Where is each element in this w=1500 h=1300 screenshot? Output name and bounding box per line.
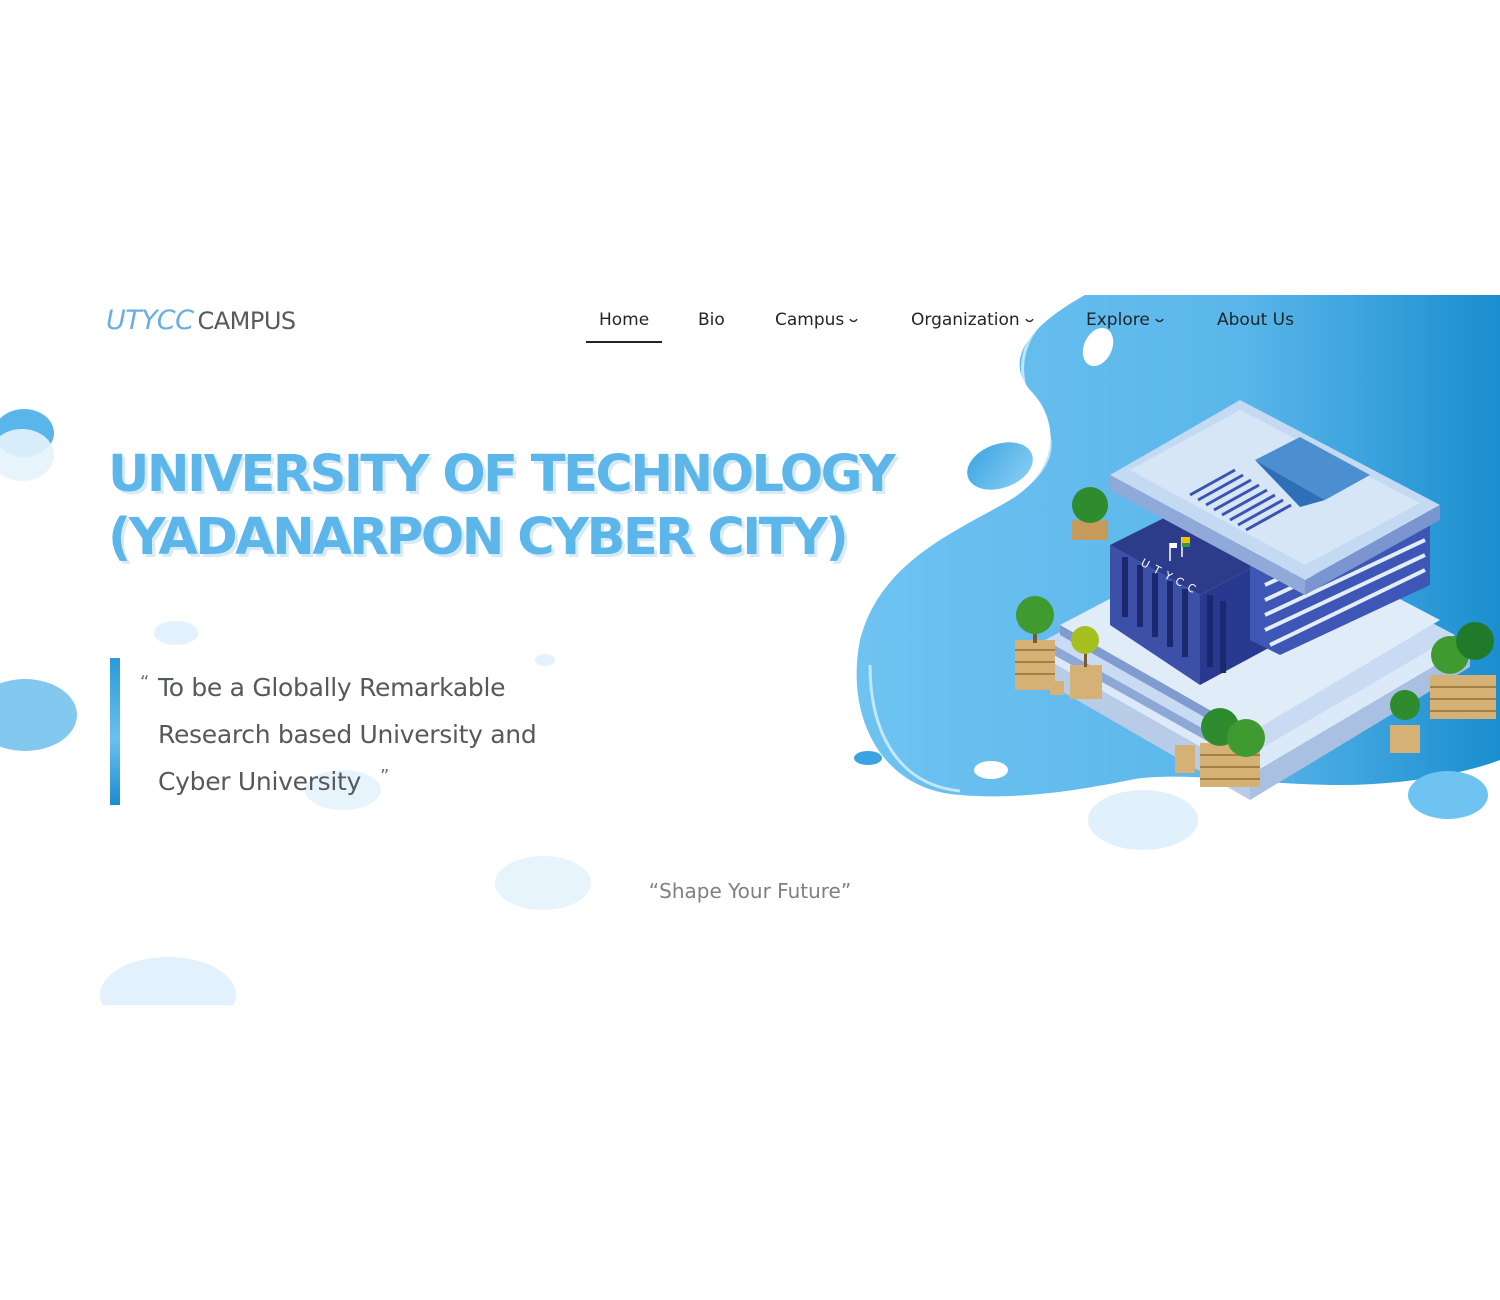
- chevron-down-icon: [1155, 318, 1164, 323]
- logo-suffix: CAMPUS: [197, 307, 296, 335]
- hero-title: UNIVERSITY OF TECHNOLOGY (YADANARPON CYB…: [108, 443, 896, 569]
- nav-about-label: About Us: [1217, 310, 1294, 330]
- nav-bio-label: Bio: [698, 310, 725, 330]
- logo-brand: UTYCC: [106, 305, 194, 336]
- chevron-down-icon: [849, 318, 858, 323]
- mission-accent-bar: [110, 658, 120, 805]
- nav-campus[interactable]: Campus: [775, 307, 858, 341]
- site-logo[interactable]: UTYCC CAMPUS: [106, 305, 296, 336]
- nav-bio[interactable]: Bio: [698, 307, 725, 341]
- mission-close-quote: ”: [380, 766, 390, 787]
- chevron-down-icon: [1025, 318, 1034, 323]
- mission-statement: “ To be a Globally Remarkable Research b…: [110, 658, 610, 805]
- nav-organization-label: Organization: [911, 310, 1020, 330]
- mission-text: To be a Globally Remarkable Research bas…: [158, 673, 537, 796]
- hero-banner: UTYCC UTYCC CAMPUS Home Bio Campus Organ…: [0, 295, 1500, 1005]
- nav-explore[interactable]: Explore: [1086, 307, 1164, 341]
- nav-explore-label: Explore: [1086, 310, 1150, 330]
- nav-organization[interactable]: Organization: [911, 307, 1034, 341]
- hero-title-line-1: UNIVERSITY OF TECHNOLOGY: [108, 445, 896, 504]
- nav-home[interactable]: Home: [586, 307, 663, 343]
- nav-about-us[interactable]: About Us: [1217, 307, 1294, 341]
- nav-campus-label: Campus: [775, 310, 845, 330]
- tree: [1072, 487, 1108, 540]
- nav-home-label: Home: [599, 310, 650, 330]
- mission-open-quote: “: [140, 672, 150, 693]
- tree: [1015, 596, 1055, 690]
- slogan: “Shape Your Future”: [648, 879, 852, 903]
- hero-title-line-2: (YADANARPON CYBER CITY): [108, 508, 849, 567]
